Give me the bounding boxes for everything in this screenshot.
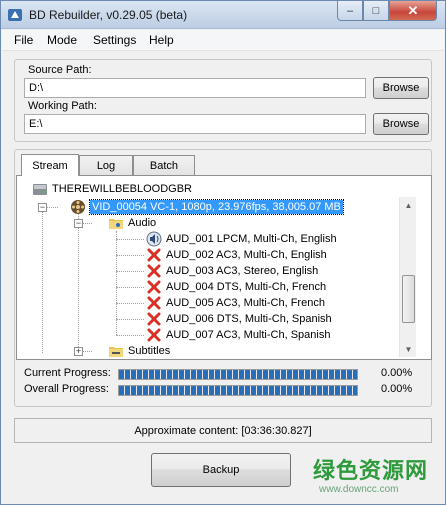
tree-node-audio-track[interactable]: AUD_003 AC3, Stereo, English: [146, 263, 318, 279]
tree-label: AUD_005 AC3, Multi-Ch, French: [166, 297, 325, 309]
tree-label-selected: VID_00054 VC-1, 1080p, 23.976fps, 38,005…: [89, 199, 344, 215]
source-path-label: Source Path:: [28, 64, 92, 76]
tree-connector: [82, 351, 92, 352]
tree-label: AUD_002 AC3, Multi-Ch, English: [166, 249, 327, 261]
overall-progress-bar: [118, 385, 358, 396]
red-x-icon: [146, 247, 162, 263]
scroll-up-arrow[interactable]: ▲: [400, 197, 417, 213]
backup-button[interactable]: Backup: [151, 453, 291, 487]
stream-tree[interactable]: THEREWILLBEBLOODGBR − VID_00054 VC-1, 10…: [18, 177, 398, 358]
collapse-toggle-video[interactable]: −: [38, 203, 47, 212]
tab-log[interactable]: Log: [79, 155, 133, 175]
tree-node-audio-track[interactable]: AUD_006 DTS, Multi-Ch, Spanish: [146, 311, 332, 327]
tree-connector: [82, 223, 92, 224]
tree-label: AUD_001 LPCM, Multi-Ch, English: [166, 233, 337, 245]
app-window: BD Rebuilder, v0.29.05 (beta) – □ ✕ File…: [0, 0, 446, 505]
tree-node-audio-track[interactable]: AUD_001 LPCM, Multi-Ch, English: [146, 231, 337, 247]
current-progress-bar: [118, 369, 358, 380]
collapse-toggle-audio[interactable]: −: [74, 219, 83, 228]
audio-folder-icon: [108, 215, 124, 231]
tab-batch[interactable]: Batch: [133, 155, 195, 175]
minimize-icon: –: [346, 4, 354, 17]
tree-node-root[interactable]: THEREWILLBEBLOODGBR: [32, 181, 192, 197]
menu-bar: File Mode Settings Help: [2, 30, 444, 51]
tree-connector: [46, 207, 58, 208]
watermark-logo: 绿色资源网: [313, 459, 429, 484]
scroll-down-arrow[interactable]: ▼: [400, 341, 417, 357]
tree-label: Audio: [128, 217, 157, 229]
subtitles-folder-icon: [108, 343, 124, 358]
video-reel-icon: [70, 199, 86, 215]
menu-mode[interactable]: Mode: [47, 33, 77, 47]
tree-connector: [116, 303, 144, 304]
maximize-icon: □: [372, 4, 380, 17]
tree-label: AUD_004 DTS, Multi-Ch, French: [166, 281, 327, 293]
close-icon: ✕: [407, 2, 419, 18]
tree-connector: [116, 271, 144, 272]
tree-connector: [116, 319, 144, 320]
menu-help[interactable]: Help: [149, 33, 174, 47]
red-x-icon: [146, 327, 162, 343]
tree-connector: [42, 205, 43, 353]
tree-connector: [116, 239, 144, 240]
overall-progress-label: Overall Progress:: [24, 383, 109, 395]
browse-source-button[interactable]: Browse: [373, 77, 429, 99]
overall-progress-value: 0.00%: [381, 383, 413, 395]
browse-working-button[interactable]: Browse: [373, 113, 429, 135]
tree-node-audio-track[interactable]: AUD_002 AC3, Multi-Ch, English: [146, 247, 327, 263]
expand-toggle-subtitles[interactable]: +: [74, 347, 83, 356]
tree-connector: [116, 335, 144, 336]
red-x-icon: [146, 295, 162, 311]
current-progress-fill: [119, 370, 357, 379]
red-x-icon: [146, 311, 162, 327]
watermark-url: www.downcc.com: [319, 484, 399, 495]
approximate-content-status: Approximate content: [03:36:30.827]: [14, 418, 432, 443]
current-progress-label: Current Progress:: [24, 367, 111, 379]
scroll-thumb[interactable]: [402, 275, 415, 323]
tree-node-audio-track[interactable]: AUD_004 DTS, Multi-Ch, French: [146, 279, 326, 295]
speaker-icon: [146, 231, 162, 247]
working-path-label: Working Path:: [28, 100, 97, 112]
working-path-field[interactable]: E:\: [24, 114, 366, 134]
tree-node-audio-track[interactable]: AUD_007 AC3, Multi-Ch, Spanish: [146, 327, 330, 343]
tab-stream[interactable]: Stream: [21, 154, 79, 176]
red-x-icon: [146, 263, 162, 279]
tree-connector: [78, 213, 79, 353]
window-title: BD Rebuilder, v0.29.05 (beta): [29, 8, 188, 22]
current-progress-value: 0.00%: [381, 367, 413, 379]
tree-node-audio-track[interactable]: AUD_005 AC3, Multi-Ch, French: [146, 295, 325, 311]
app-icon: [7, 7, 23, 23]
disc-drive-icon: [32, 181, 48, 197]
tree-connector: [116, 287, 144, 288]
tree-node-subtitles[interactable]: Subtitles: [108, 343, 170, 358]
tree-label: THEREWILLBEBLOODGBR: [52, 183, 192, 195]
tree-scrollbar[interactable]: ▲ ▼: [399, 197, 416, 357]
minimize-button[interactable]: –: [337, 1, 363, 21]
tree-label: AUD_006 DTS, Multi-Ch, Spanish: [166, 313, 332, 325]
red-x-icon: [146, 279, 162, 295]
title-bar[interactable]: BD Rebuilder, v0.29.05 (beta) – □ ✕: [1, 1, 445, 29]
menu-file[interactable]: File: [14, 33, 33, 47]
tree-node-video[interactable]: VID_00054 VC-1, 1080p, 23.976fps, 38,005…: [70, 199, 344, 215]
overall-progress-fill: [119, 386, 357, 395]
tree-connector: [116, 255, 144, 256]
approximate-content-text: Approximate content: [03:36:30.827]: [134, 424, 312, 437]
tree-label: AUD_007 AC3, Multi-Ch, Spanish: [166, 329, 331, 341]
source-path-field[interactable]: D:\: [24, 78, 366, 98]
tree-label: AUD_003 AC3, Stereo, English: [166, 265, 319, 277]
tree-label: Subtitles: [128, 345, 171, 357]
maximize-button[interactable]: □: [363, 1, 389, 21]
tree-node-audio[interactable]: Audio: [108, 215, 156, 231]
close-button[interactable]: ✕: [389, 1, 437, 21]
menu-settings[interactable]: Settings: [93, 33, 136, 47]
